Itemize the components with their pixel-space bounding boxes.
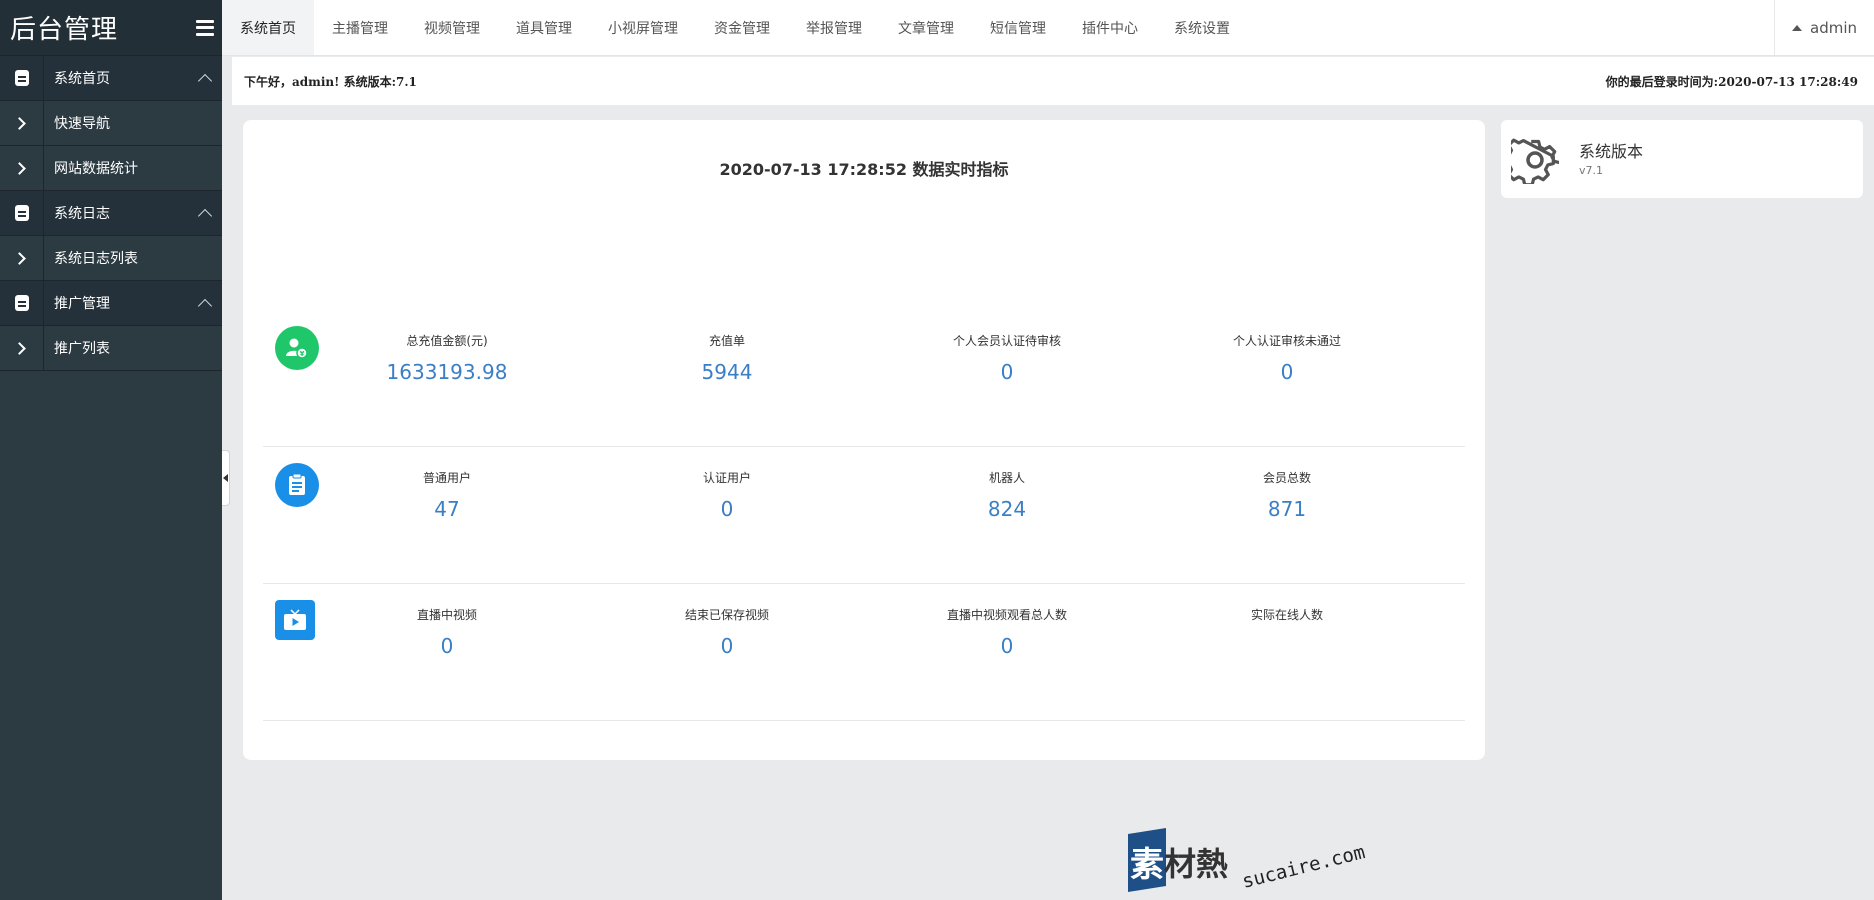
tv-play-icon bbox=[275, 600, 315, 640]
sidebar-group-promotion[interactable]: 推广管理 bbox=[0, 281, 222, 326]
chevron-up-icon bbox=[188, 281, 222, 325]
stat-pending-verification: 个人会员认证待审核 0 bbox=[952, 334, 1061, 384]
sidebar-item-label: 网站数据统计 bbox=[54, 161, 138, 177]
brand-title: 后台管理 bbox=[10, 15, 119, 45]
stat-live-viewers: 直播中视频观看总人数 0 bbox=[946, 608, 1067, 658]
sidebar-item-label: 推广管理 bbox=[54, 296, 110, 312]
chevron-right-icon bbox=[0, 326, 44, 370]
tab-video[interactable]: 视频管理 bbox=[406, 0, 498, 55]
clipboard-icon bbox=[275, 463, 319, 507]
sidebar-item-label: 推广列表 bbox=[54, 341, 110, 357]
chevron-right-icon bbox=[0, 146, 44, 190]
tab-sms[interactable]: 短信管理 bbox=[972, 0, 1064, 55]
sidebar-collapse-handle[interactable] bbox=[222, 450, 230, 506]
svg-text:素: 素 bbox=[1130, 845, 1164, 885]
user-name: admin bbox=[1810, 18, 1857, 37]
top-nav: 系统首页 主播管理 视频管理 道具管理 小视屏管理 资金管理 举报管理 文章管理… bbox=[222, 0, 1874, 56]
caret-up-icon bbox=[1792, 24, 1802, 31]
stat-verified-users: 认证用户 0 bbox=[702, 471, 751, 521]
sidebar-item-log-list[interactable]: 系统日志列表 bbox=[0, 236, 222, 281]
svg-text:材熱: 材熱 bbox=[1164, 845, 1228, 883]
sidebar-item-label: 系统首页 bbox=[54, 71, 110, 87]
document-icon bbox=[0, 191, 44, 235]
sidebar-item-label: 系统日志 bbox=[54, 206, 110, 222]
chevron-up-icon bbox=[188, 191, 222, 235]
stat-verification-rejected: 个人认证审核未通过 0 bbox=[1232, 334, 1341, 384]
stat-total-recharge: 总充值金额(元) 1633193.98 bbox=[386, 334, 508, 384]
menu-toggle-icon[interactable] bbox=[196, 19, 214, 36]
user-menu[interactable]: admin bbox=[1774, 0, 1874, 55]
sidebar-item-promotion-list[interactable]: 推广列表 bbox=[0, 326, 222, 371]
tab-props[interactable]: 道具管理 bbox=[498, 0, 590, 55]
stat-online-users: 实际在线人数 bbox=[1250, 608, 1323, 622]
document-icon bbox=[0, 56, 44, 100]
system-version-card: 系统版本 v7.1 bbox=[1501, 120, 1863, 198]
tab-reports[interactable]: 举报管理 bbox=[788, 0, 880, 55]
brand-bar: 后台管理 bbox=[0, 0, 222, 56]
chevron-right-icon bbox=[0, 236, 44, 280]
stats-row-finance: ¥ 总充值金额(元) 1633193.98 充值单 5944 个人会员认证待审核… bbox=[263, 310, 1465, 447]
stats-row-users: 普通用户 47 认证用户 0 机器人 824 会员总数 871 bbox=[263, 447, 1465, 584]
caret-left-icon bbox=[222, 474, 228, 482]
stat-normal-users: 普通用户 47 bbox=[422, 471, 471, 521]
version-card-title: 系统版本 bbox=[1579, 142, 1644, 161]
sidebar-item-quick-nav[interactable]: 快速导航 bbox=[0, 101, 222, 146]
greeting-text: 下午好，admin! 系统版本:7.1 bbox=[244, 74, 417, 89]
chevron-right-icon bbox=[0, 101, 44, 145]
tab-home[interactable]: 系统首页 bbox=[222, 0, 314, 55]
sidebar-group-logs[interactable]: 系统日志 bbox=[0, 191, 222, 236]
tab-articles[interactable]: 文章管理 bbox=[880, 0, 972, 55]
tab-short-video[interactable]: 小视屏管理 bbox=[590, 0, 696, 55]
sidebar-item-site-stats[interactable]: 网站数据统计 bbox=[0, 146, 222, 191]
sidebar-item-label: 系统日志列表 bbox=[54, 251, 138, 267]
user-money-icon: ¥ bbox=[275, 326, 319, 370]
tab-funds[interactable]: 资金管理 bbox=[696, 0, 788, 55]
svg-text:sucaire.com: sucaire.com bbox=[1240, 841, 1367, 893]
stat-saved-videos: 结束已保存视频 0 bbox=[684, 608, 769, 658]
stat-total-members: 会员总数 871 bbox=[1262, 471, 1311, 521]
stat-live-videos: 直播中视频 0 bbox=[416, 608, 477, 658]
sidebar-group-home[interactable]: 系统首页 bbox=[0, 56, 222, 101]
sidebar: 后台管理 系统首页 快速导航 网站数据统计 系统日志 系统日志列表 推广管理 推… bbox=[0, 0, 222, 900]
stat-robots: 机器人 824 bbox=[987, 471, 1027, 521]
stat-recharge-orders: 充值单 5944 bbox=[701, 334, 753, 384]
sidebar-item-label: 快速导航 bbox=[54, 116, 110, 132]
greeting-bar: 下午好，admin! 系统版本:7.1 你的最后登录时间为:2020-07-13… bbox=[232, 57, 1874, 105]
stats-row-live: 直播中视频 0 结束已保存视频 0 直播中视频观看总人数 0 实际在线人数 bbox=[263, 584, 1465, 721]
version-value: v7.1 bbox=[1579, 164, 1604, 177]
tab-anchor[interactable]: 主播管理 bbox=[314, 0, 406, 55]
gear-icon bbox=[1511, 138, 1559, 184]
chevron-up-icon bbox=[188, 56, 222, 100]
watermark-logo: 素 材熱 sucaire.com bbox=[1128, 828, 1367, 893]
card-title: 2020-07-13 17:28:52 数据实时指标 bbox=[719, 160, 1009, 179]
tab-settings[interactable]: 系统设置 bbox=[1156, 0, 1248, 55]
document-icon bbox=[0, 281, 44, 325]
sidebar-menu: 系统首页 快速导航 网站数据统计 系统日志 系统日志列表 推广管理 推广列表 bbox=[0, 56, 222, 371]
realtime-stats-card: 2020-07-13 17:28:52 数据实时指标 ¥ 总充值金额(元) 16… bbox=[243, 120, 1485, 760]
last-login-text: 你的最后登录时间为:2020-07-13 17:28:49 bbox=[1605, 74, 1858, 89]
tab-plugins[interactable]: 插件中心 bbox=[1064, 0, 1156, 55]
svg-text:¥: ¥ bbox=[300, 350, 305, 358]
